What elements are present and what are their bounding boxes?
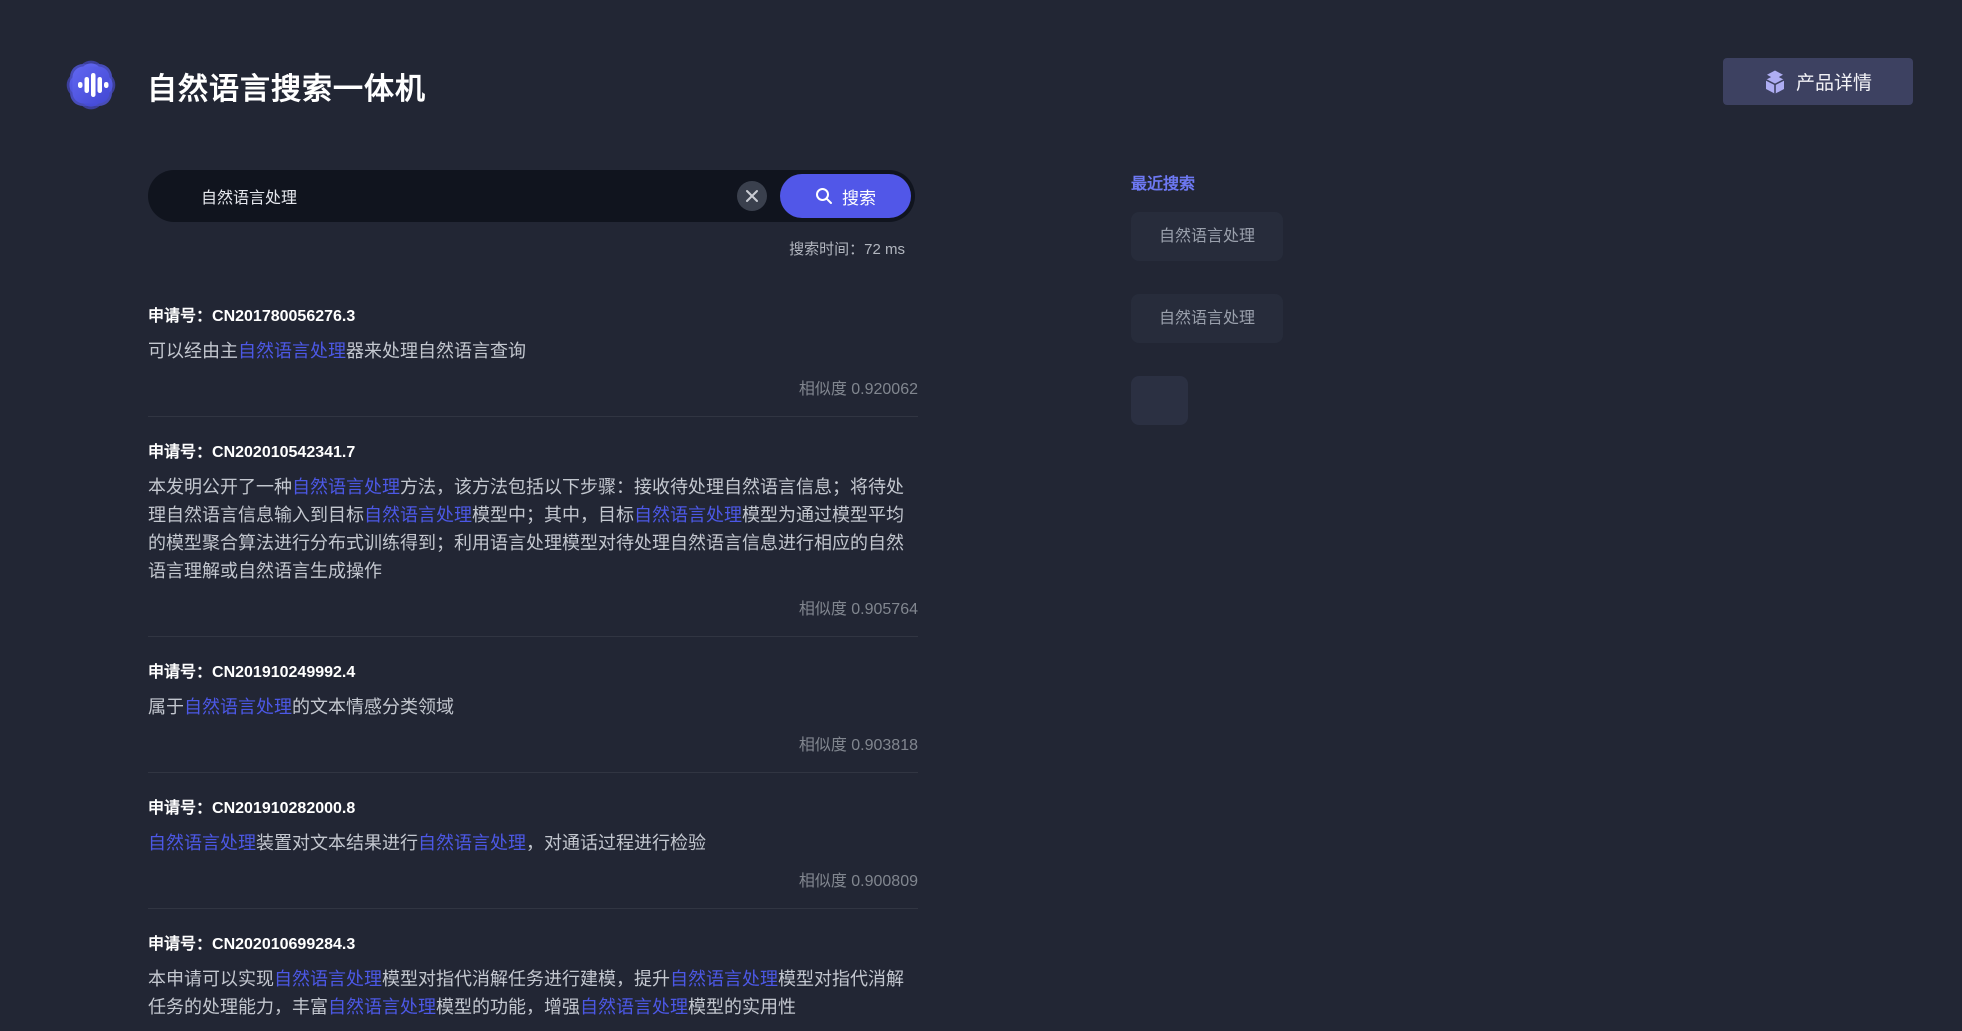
- application-no-value: CN201780056276.3: [212, 308, 355, 325]
- clear-icon[interactable]: [737, 181, 767, 211]
- search-bar: 搜索: [148, 170, 915, 222]
- search-icon: [815, 187, 833, 205]
- snippet-text: 属于: [148, 697, 184, 717]
- application-no-prefix: 申请号：: [148, 308, 212, 325]
- snippet-text: 器来处理自然语言查询: [346, 341, 526, 361]
- result-snippet: 本发明公开了一种自然语言处理方法，该方法包括以下步骤：接收待处理自然语言信息；将…: [148, 473, 918, 585]
- recent-searches-panel: 最近搜索 自然语言处理自然语言处理: [1131, 170, 1371, 458]
- recent-searches-title: 最近搜索: [1131, 170, 1371, 194]
- page-title: 自然语言搜索一体机: [147, 64, 426, 108]
- snippet-text: 模型对指代消解任务进行建模，提升: [382, 969, 670, 989]
- recent-search-chip[interactable]: 自然语言处理: [1131, 294, 1283, 343]
- highlight-term: 自然语言处理: [292, 477, 400, 497]
- search-input[interactable]: [148, 187, 737, 205]
- result-item: 申请号：CN201910282000.8 自然语言处理装置对文本结果进行自然语言…: [148, 773, 918, 909]
- result-snippet: 属于自然语言处理的文本情感分类领域: [148, 693, 918, 721]
- application-no-prefix: 申请号：: [148, 444, 212, 461]
- highlight-term: 自然语言处理: [274, 969, 382, 989]
- recent-search-chip[interactable]: [1131, 376, 1188, 425]
- snippet-text: 模型的实用性: [688, 997, 796, 1017]
- application-no-prefix: 申请号：: [148, 664, 212, 681]
- recent-search-chip[interactable]: 自然语言处理: [1131, 212, 1283, 261]
- result-item: 申请号：CN201780056276.3 可以经由主自然语言处理器来处理自然语言…: [148, 281, 918, 417]
- result-application-no: 申请号：CN201910249992.4: [148, 658, 918, 682]
- result-snippet: 自然语言处理装置对文本结果进行自然语言处理，对通话过程进行检验: [148, 829, 918, 857]
- application-no-value: CN201910282000.8: [212, 800, 355, 817]
- snippet-text: ，对通话过程进行检验: [526, 833, 706, 853]
- app: 自然语言搜索一体机 产品详情: [0, 0, 1962, 1031]
- result-application-no: 申请号：CN202010699284.3: [148, 930, 918, 954]
- result-application-no: 申请号：CN201780056276.3: [148, 302, 918, 326]
- snippet-text: 装置对文本结果进行: [256, 833, 418, 853]
- highlight-term: 自然语言处理: [364, 505, 472, 525]
- application-no-value: CN201910249992.4: [212, 664, 355, 681]
- highlight-term: 自然语言处理: [238, 341, 346, 361]
- product-details-label: 产品详情: [1796, 68, 1872, 95]
- snippet-text: 可以经由主: [148, 341, 238, 361]
- snippet-text: 模型中；其中，目标: [472, 505, 634, 525]
- highlight-term: 自然语言处理: [634, 505, 742, 525]
- similarity-score: 相似度 0.900809: [148, 867, 918, 891]
- cube-icon: [1764, 70, 1786, 94]
- highlight-term: 自然语言处理: [328, 997, 436, 1017]
- application-no-prefix: 申请号：: [148, 936, 212, 953]
- app-logo voice-wave-icon: [62, 56, 120, 114]
- similarity-score: 相似度 0.905764: [148, 595, 918, 619]
- snippet-text: 本申请可以实现: [148, 969, 274, 989]
- similarity-score: 相似度 0.903818: [148, 731, 918, 755]
- highlight-term: 自然语言处理: [670, 969, 778, 989]
- search-button-label: 搜索: [842, 184, 876, 209]
- result-application-no: 申请号：CN202010542341.7: [148, 438, 918, 462]
- result-item: 申请号：CN202010699284.3 本申请可以实现自然语言处理模型对指代消…: [148, 909, 918, 1031]
- result-item: 申请号：CN201910249992.4 属于自然语言处理的文本情感分类领域 相…: [148, 637, 918, 773]
- highlight-term: 自然语言处理: [148, 833, 256, 853]
- result-snippet: 本申请可以实现自然语言处理模型对指代消解任务进行建模，提升自然语言处理模型对指代…: [148, 965, 918, 1021]
- snippet-text: 模型的功能，增强: [436, 997, 580, 1017]
- snippet-text: 本发明公开了一种: [148, 477, 292, 497]
- application-no-prefix: 申请号：: [148, 800, 212, 817]
- similarity-score: 相似度 0.920062: [148, 375, 918, 399]
- highlight-term: 自然语言处理: [580, 997, 688, 1017]
- result-application-no: 申请号：CN201910282000.8: [148, 794, 918, 818]
- result-item: 申请号：CN202010542341.7 本发明公开了一种自然语言处理方法，该方…: [148, 417, 918, 637]
- search-button[interactable]: 搜索: [780, 174, 911, 218]
- results-list: 申请号：CN201780056276.3 可以经由主自然语言处理器来处理自然语言…: [148, 281, 918, 1031]
- product-details-button[interactable]: 产品详情: [1723, 58, 1913, 105]
- application-no-value: CN202010699284.3: [212, 936, 355, 953]
- search-time: 搜索时间：72 ms: [148, 238, 905, 259]
- recent-searches-list: 自然语言处理自然语言处理: [1131, 212, 1371, 425]
- application-no-value: CN202010542341.7: [212, 444, 355, 461]
- highlight-term: 自然语言处理: [418, 833, 526, 853]
- highlight-term: 自然语言处理: [184, 697, 292, 717]
- snippet-text: 的文本情感分类领域: [292, 697, 454, 717]
- result-snippet: 可以经由主自然语言处理器来处理自然语言查询: [148, 337, 918, 365]
